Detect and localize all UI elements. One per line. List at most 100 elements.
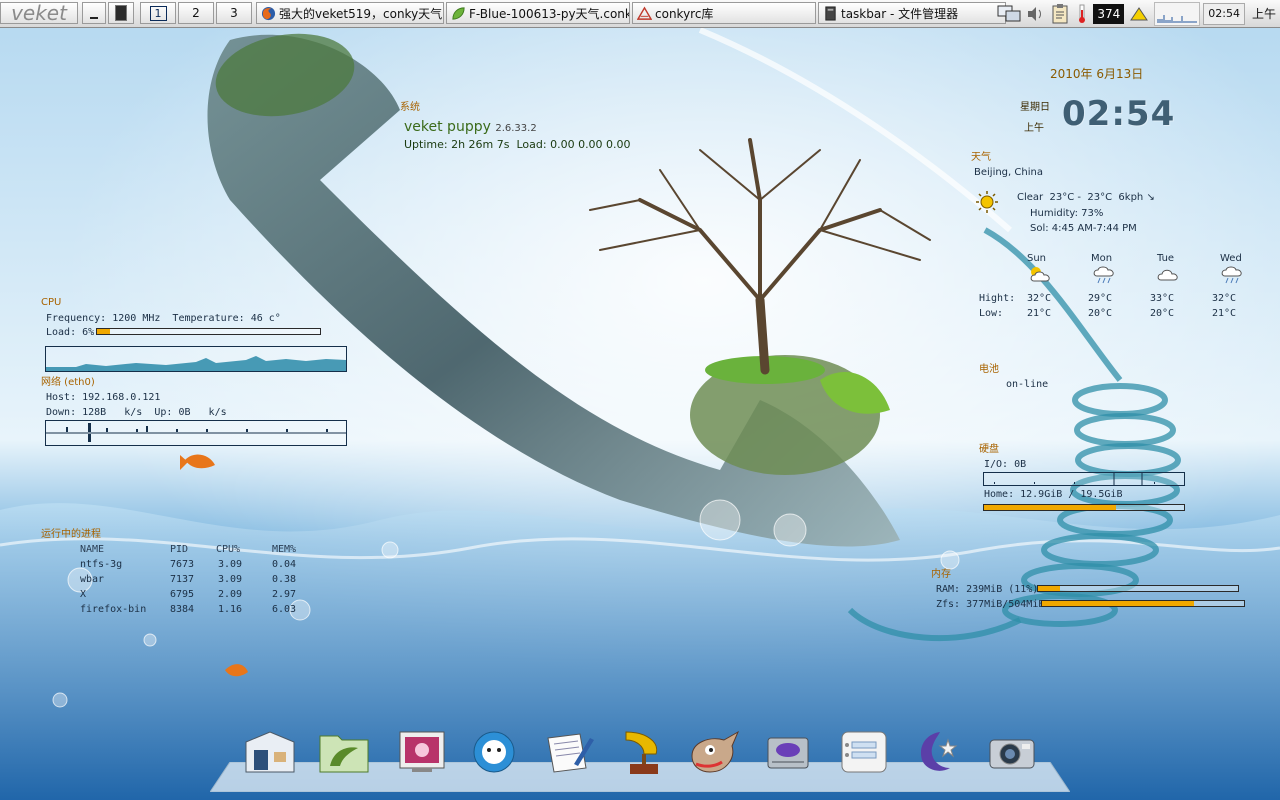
start-menu-button[interactable]: veket bbox=[0, 2, 78, 24]
leafpad-icon bbox=[452, 6, 465, 20]
ampm-conky-label: 上午 bbox=[1024, 123, 1044, 134]
process-row-pid: 8384 bbox=[170, 604, 195, 615]
cloudy-icon bbox=[1157, 269, 1178, 281]
dock-moon-launcher[interactable] bbox=[910, 728, 966, 776]
dock-text-editor[interactable] bbox=[540, 728, 596, 776]
process-row-mem: 0.38 bbox=[272, 574, 297, 585]
image-viewer-icon bbox=[399, 731, 445, 772]
camera-icon bbox=[989, 739, 1035, 769]
dock-music-player[interactable] bbox=[616, 728, 672, 776]
process-row-cpu: 3.09 bbox=[218, 574, 243, 585]
network-icon[interactable] bbox=[995, 3, 1023, 25]
music-player-icon bbox=[625, 731, 658, 774]
moon-launcher-icon bbox=[920, 732, 958, 771]
process-row-pid: 7673 bbox=[170, 559, 195, 570]
big-clock: 02:54 bbox=[1062, 94, 1176, 134]
kernel-version: 2.6.33.2 bbox=[495, 123, 537, 134]
cpu-load-label: Load: 6% bbox=[46, 327, 95, 338]
dock-camera[interactable] bbox=[984, 728, 1040, 776]
taskbar-clock[interactable]: 02:54 bbox=[1203, 2, 1245, 25]
disk-heading: 硬盘 bbox=[979, 444, 999, 455]
process-col-cpu: CPU% bbox=[216, 544, 241, 555]
terminal-icon bbox=[115, 5, 127, 21]
control-panel-icon bbox=[841, 731, 887, 773]
terminal-launcher[interactable] bbox=[108, 2, 134, 24]
dock-image-viewer[interactable] bbox=[394, 728, 450, 776]
pager-desktop-2[interactable]: 2 bbox=[178, 2, 214, 24]
disk-home-bar-fill bbox=[984, 505, 1116, 510]
process-col-mem: MEM% bbox=[272, 544, 297, 555]
task-label: F-Blue-100613-py天气.conkyrc bbox=[469, 6, 629, 21]
show-desktop-button[interactable] bbox=[82, 2, 106, 24]
disk-home-bar bbox=[983, 504, 1185, 511]
dock-home-folder[interactable] bbox=[242, 728, 298, 776]
process-heading: 运行中的进程 bbox=[41, 529, 101, 540]
disk-io-graph bbox=[983, 472, 1185, 486]
forecast-high-sun: 32°C bbox=[1027, 293, 1052, 304]
pager-desktop-1[interactable]: 1 bbox=[140, 2, 176, 24]
zfs-usage-bar bbox=[1041, 600, 1245, 607]
process-row-cpu: 3.09 bbox=[218, 559, 243, 570]
process-row-mem: 6.03 bbox=[272, 604, 297, 615]
zfs-usage: Zfs: 377MiB/504MiB bbox=[936, 599, 1045, 610]
forecast-day-wed: Wed bbox=[1220, 253, 1242, 264]
network-graph bbox=[45, 420, 347, 446]
disk-home-usage: Home: 12.9GiB / 19.5GiB bbox=[984, 489, 1123, 500]
system-heading: 系统 bbox=[400, 102, 420, 113]
forecast-low-tue: 20°C bbox=[1150, 308, 1175, 319]
forecast-high-tue: 33°C bbox=[1150, 293, 1175, 304]
process-row-pid: 7137 bbox=[170, 574, 195, 585]
mount-drive-icon[interactable] bbox=[1127, 3, 1151, 25]
system-tray: 374 02:54 上午 bbox=[992, 0, 1280, 27]
current-weather: Clear 23°C - 23°C 6kph ↘ bbox=[1017, 192, 1155, 203]
network-heading: 网络 (eth0) bbox=[41, 377, 95, 388]
minimize-icon bbox=[90, 17, 98, 19]
ram-usage-bar bbox=[1037, 585, 1239, 592]
forecast-day-tue: Tue bbox=[1157, 253, 1175, 264]
task-button-conkyrc[interactable]: conkyrc库 bbox=[632, 2, 816, 24]
rain-icon bbox=[1093, 266, 1114, 284]
process-row-name: firefox-bin bbox=[80, 604, 147, 615]
dock-disk-drive[interactable] bbox=[760, 728, 816, 776]
pager-label: 3 bbox=[230, 6, 238, 20]
pager-desktop-3[interactable]: 3 bbox=[216, 2, 252, 24]
date-label: 2010年 6月13日 bbox=[1050, 67, 1144, 81]
task-button-leafpad[interactable]: F-Blue-100613-py天气.conkyrc bbox=[446, 2, 630, 24]
weather-heading: 天气 bbox=[971, 152, 991, 163]
gimp-icon bbox=[691, 730, 740, 773]
dock-control-panel[interactable] bbox=[836, 728, 892, 776]
thermometer-icon[interactable] bbox=[1074, 3, 1090, 25]
cpu-load-bar bbox=[96, 328, 321, 335]
task-button-firefox[interactable]: 强大的veket519，conky天气... bbox=[256, 2, 444, 24]
dock-messenger[interactable] bbox=[466, 728, 522, 776]
cpu-monitor-graph[interactable] bbox=[1154, 1, 1201, 26]
distro-name: veket puppy 2.6.33.2 bbox=[404, 118, 537, 138]
messenger-icon bbox=[473, 731, 515, 773]
network-host: Host: 192.168.0.121 bbox=[46, 392, 161, 403]
cpu-frequency-readout[interactable]: 374 bbox=[1093, 3, 1125, 24]
process-row-cpu: 2.09 bbox=[218, 589, 243, 600]
cpu-usage-graph bbox=[45, 346, 347, 372]
task-label: conkyrc库 bbox=[655, 6, 714, 21]
battery-status: on-line bbox=[1006, 379, 1049, 390]
pager-label: 2 bbox=[192, 6, 200, 20]
high-label: Hight: bbox=[979, 293, 1016, 304]
task-button-file-manager[interactable]: taskbar - 文件管理器 bbox=[818, 2, 1006, 24]
network-speed: Down: 128B k/s Up: 0B k/s bbox=[46, 407, 227, 418]
partly-cloudy-icon bbox=[1030, 267, 1050, 282]
dock-file-manager[interactable] bbox=[316, 728, 372, 776]
dock-gimp[interactable] bbox=[686, 728, 742, 776]
firefox-icon bbox=[261, 6, 276, 20]
file-manager-icon bbox=[825, 5, 836, 21]
forecast-low-wed: 21°C bbox=[1212, 308, 1237, 319]
disk-drive-icon bbox=[767, 737, 809, 769]
humidity-line: Humidity: 73% bbox=[1030, 208, 1104, 219]
memory-heading: 内存 bbox=[931, 569, 951, 580]
process-row-pid: 6795 bbox=[170, 589, 195, 600]
process-col-name: NAME bbox=[80, 544, 105, 555]
clipboard-icon[interactable] bbox=[1049, 3, 1071, 25]
sol-line: Sol: 4:45 AM-7:44 PM bbox=[1030, 223, 1137, 234]
process-row-name: ntfs-3g bbox=[80, 559, 123, 570]
ampm-label: 上午 bbox=[1251, 7, 1276, 21]
volume-icon[interactable] bbox=[1026, 3, 1046, 25]
